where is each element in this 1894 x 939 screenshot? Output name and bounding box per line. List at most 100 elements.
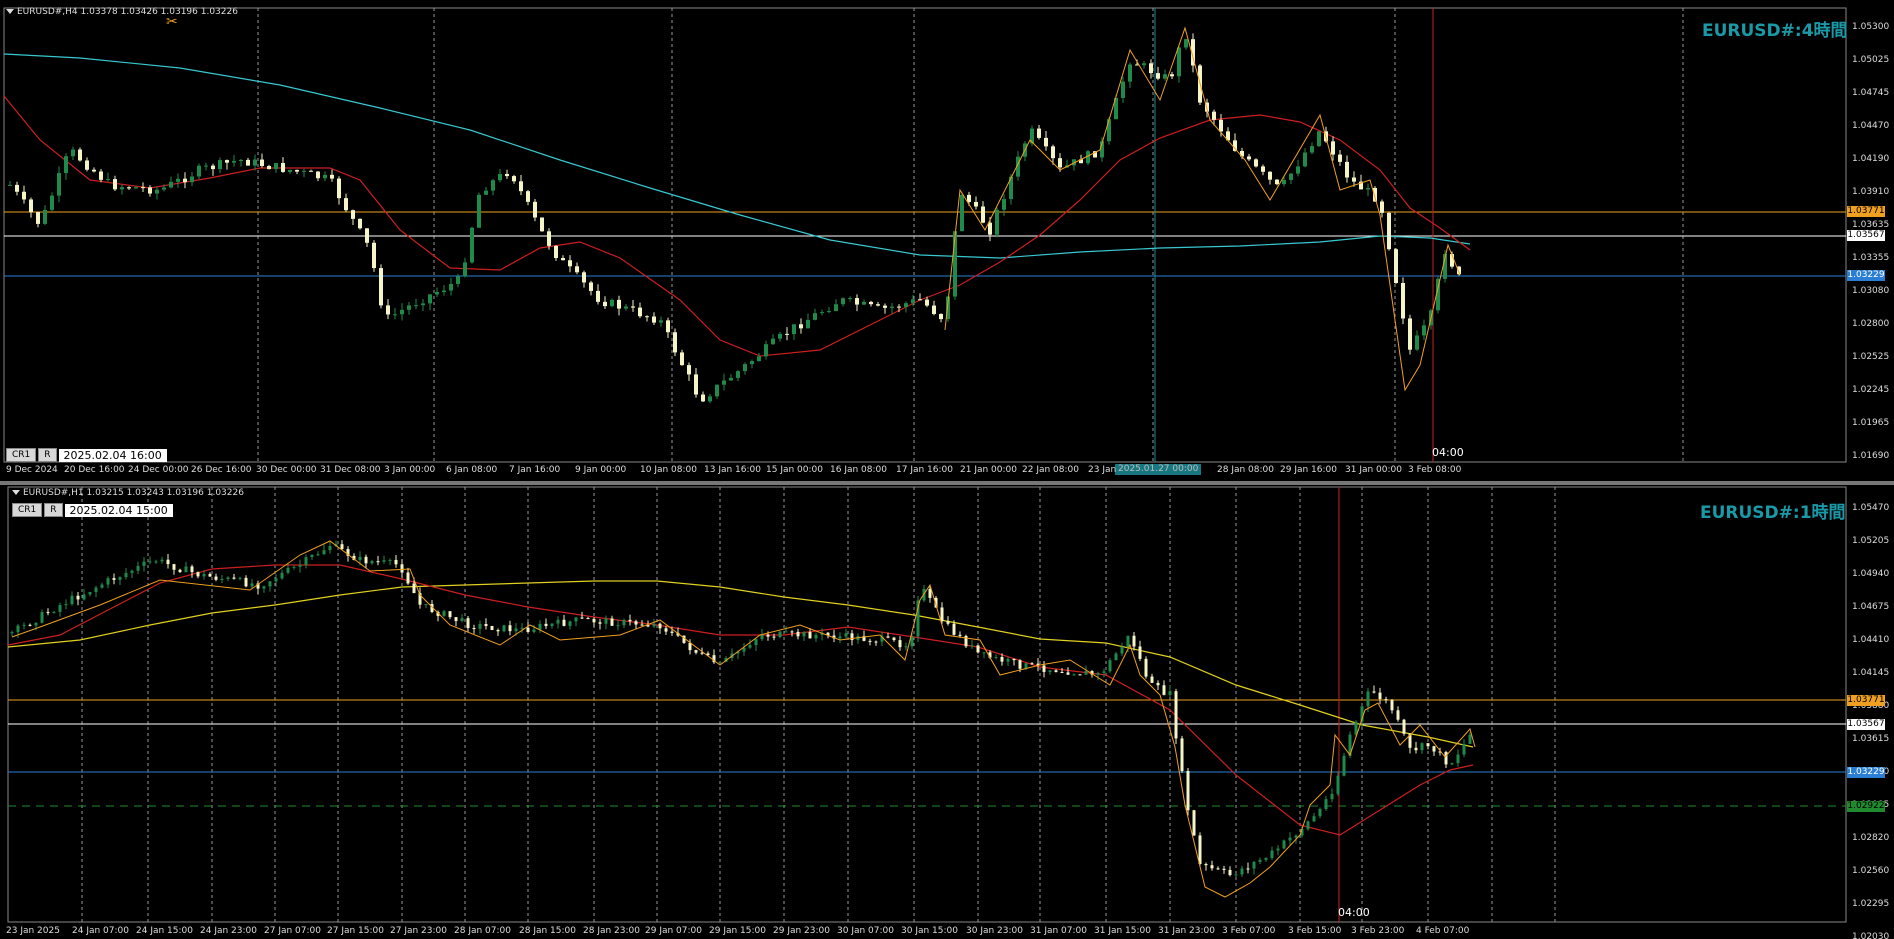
candle-body	[178, 569, 182, 573]
candle-body	[820, 312, 824, 314]
chart-canvas-h4[interactable]	[0, 0, 1894, 481]
candle-body	[1132, 635, 1136, 647]
candle-body	[442, 611, 446, 616]
candle-body	[1186, 771, 1190, 811]
candle-body	[1192, 810, 1196, 836]
candle-body	[407, 305, 411, 310]
candle-body	[130, 570, 134, 573]
candle-body	[190, 566, 194, 573]
candle-body	[604, 618, 608, 624]
tools-icon[interactable]: ✂	[166, 14, 178, 30]
candle-body	[664, 628, 668, 632]
candle-body	[78, 149, 82, 161]
candle-body	[310, 554, 314, 558]
chart-header-h4[interactable]: EURUSD#,H4 1.03378 1.03426 1.03196 1.032…	[6, 7, 238, 17]
candle-body	[136, 565, 140, 571]
price-axis-label: 1.05025	[1852, 55, 1890, 65]
candle-body	[868, 640, 872, 642]
candle-body	[772, 636, 776, 638]
candle-body	[1233, 140, 1237, 151]
candle-body	[1002, 199, 1006, 210]
candle-body	[323, 174, 327, 179]
candle-body	[379, 268, 383, 306]
candle-body	[748, 645, 752, 648]
candle-body	[428, 294, 432, 304]
candle-body	[988, 222, 992, 235]
candle-body	[1102, 671, 1106, 673]
candle-body	[288, 169, 292, 172]
candle-body	[778, 333, 782, 339]
candle-body	[211, 165, 215, 170]
candle-body	[394, 559, 398, 565]
chart-pane-h1[interactable]: EURUSD#,H1 1.03215 1.03243 1.03196 1.032…	[0, 485, 1894, 939]
time-axis-label: 7 Jan 16:00	[509, 465, 561, 475]
candle-body	[1426, 743, 1430, 747]
candle-body	[220, 579, 224, 581]
chevron-down-icon[interactable]	[12, 490, 20, 495]
candle-body	[838, 636, 842, 639]
candle-body	[589, 282, 593, 291]
candle-body	[547, 231, 551, 246]
plot-frame	[3, 7, 1847, 463]
chart-header-h1[interactable]: EURUSD#,H1 1.03215 1.03243 1.03196 1.032…	[12, 488, 244, 498]
candle-body	[1198, 835, 1202, 864]
candle-body	[897, 306, 901, 308]
time-axis-label: 28 Jan 07:00	[454, 926, 511, 936]
time-axis-label: 28 Jan 15:00	[519, 926, 576, 936]
ma-red-line	[3, 95, 1471, 357]
candle-body	[754, 639, 758, 646]
r-button[interactable]: R	[38, 448, 57, 462]
candle-body	[694, 374, 698, 395]
candle-body	[1289, 173, 1293, 180]
candle-body	[1222, 868, 1226, 870]
candle-body	[1234, 874, 1238, 876]
candle-body	[1420, 743, 1424, 751]
candle-body	[598, 622, 602, 624]
candle-body	[544, 623, 548, 627]
r-button[interactable]: R	[44, 503, 63, 517]
time-axis-label: 30 Jan 15:00	[901, 926, 958, 936]
crosshair-time-h4: 2025.02.04 16:00	[58, 448, 167, 462]
cr-button[interactable]: CR1	[6, 448, 37, 462]
candle-body	[1408, 318, 1412, 350]
candle-body	[1303, 152, 1307, 167]
candle-body	[454, 617, 458, 621]
price-axis-label: 1.03080	[1852, 286, 1890, 296]
candle-body	[790, 631, 794, 633]
candle-body	[766, 634, 770, 637]
candle-body	[694, 650, 698, 653]
candle-body	[22, 624, 26, 626]
time-axis-label: 24 Jan 15:00	[136, 926, 193, 936]
candle-body	[1126, 635, 1130, 648]
candle-body	[1372, 691, 1376, 693]
candle-body	[358, 218, 362, 229]
chevron-down-icon[interactable]	[6, 9, 14, 14]
time-axis-label: 29 Jan 15:00	[709, 926, 766, 936]
candle-body	[292, 566, 296, 568]
candle-body	[253, 159, 257, 166]
candle-body	[330, 174, 334, 179]
price-level-tag: 1.03567	[1847, 719, 1885, 730]
cr-button[interactable]: CR1	[12, 503, 43, 517]
candle-body	[561, 258, 565, 261]
price-axis-label: 1.05470	[1852, 503, 1890, 513]
candle-body	[1054, 670, 1058, 673]
candle-body	[508, 625, 512, 632]
candle-body	[490, 626, 494, 630]
candle-body	[1177, 47, 1181, 77]
candle-body	[580, 617, 584, 619]
time-axis-label: 23 Jan	[1088, 465, 1117, 475]
price-axis-label: 1.05205	[1852, 536, 1890, 546]
candle-body	[1121, 81, 1125, 98]
chart-canvas-h1[interactable]	[0, 485, 1894, 939]
chart-pane-h4[interactable]: EURUSD#,H4 1.03378 1.03426 1.03196 1.032…	[0, 0, 1894, 481]
price-axis-label: 1.04410	[1852, 635, 1890, 645]
candle-body	[183, 178, 187, 183]
time-axis-label: 16 Jan 08:00	[830, 465, 887, 475]
candle-body	[628, 619, 632, 622]
candle-body	[652, 623, 656, 627]
candle-body	[280, 572, 284, 579]
candle-body	[1219, 119, 1223, 132]
price-axis-label: 1.03910	[1852, 187, 1890, 197]
candle-body	[100, 584, 104, 588]
